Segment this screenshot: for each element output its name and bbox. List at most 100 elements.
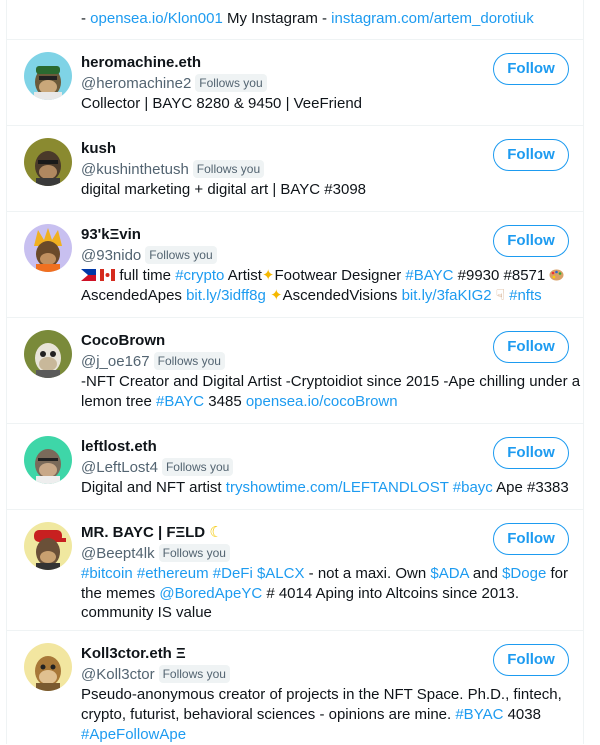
user-name[interactable]: heromachine.eth xyxy=(81,53,201,73)
follows-you-badge: Follows you xyxy=(158,544,230,562)
philippines-flag-icon xyxy=(81,269,96,281)
user-cell[interactable]: MR. BAYC | FΞLD ☾ @Beept4lk Follows you #… xyxy=(7,510,583,631)
user-bio-line-3: community IS value xyxy=(81,604,212,621)
user-handle[interactable]: @j_oe167 xyxy=(81,353,150,370)
bio-hashtag[interactable]: #DeFi xyxy=(213,565,253,582)
handle-line: @93nido Follows you xyxy=(81,246,217,266)
bio-text: for xyxy=(546,565,568,582)
bio-link[interactable]: tryshowtime.com/LEFTANDLOST xyxy=(226,479,449,496)
bio-text: Footwear Designer xyxy=(274,267,406,284)
user-bio: - opensea.io/Klon001 My Instagram - inst… xyxy=(81,9,534,29)
user-handle[interactable]: @kushinthetush xyxy=(81,161,189,178)
palette-icon xyxy=(549,269,564,281)
user-cell[interactable]: heromachine.eth @heromachine2 Follows you… xyxy=(7,40,583,126)
follows-you-badge: Follows you xyxy=(158,665,230,683)
user-handle[interactable]: @93nido xyxy=(81,247,141,264)
handle-line: @j_oe167 Follows you xyxy=(81,352,225,372)
bio-text: 4038 xyxy=(503,706,541,723)
follow-button[interactable]: Follow xyxy=(493,437,569,469)
user-name[interactable]: CocoBrown xyxy=(81,331,165,351)
bio-text: 3485 xyxy=(204,393,246,410)
follow-button[interactable]: Follow xyxy=(493,523,569,555)
bio-text: AscendedApes xyxy=(81,287,187,304)
bio-hashtag[interactable]: #bitcoin xyxy=(81,565,133,582)
bio-text: - xyxy=(81,10,91,27)
follow-button[interactable]: Follow xyxy=(493,53,569,85)
banana-icon: ☾ xyxy=(209,524,223,541)
user-cell-partial: - opensea.io/Klon001 My Instagram - inst… xyxy=(7,0,583,40)
bio-text: full time xyxy=(115,267,176,284)
follows-you-badge: Follows you xyxy=(192,160,265,178)
avatar[interactable] xyxy=(24,522,72,570)
bio-hashtag[interactable]: #BAYC xyxy=(156,393,204,410)
bio-hashtag[interactable]: #BAYC xyxy=(405,267,453,284)
bio-hashtag[interactable]: #ethereum xyxy=(137,565,209,582)
bio-link[interactable]: bit.ly/3faKIG2 xyxy=(402,287,492,304)
follows-you-badge: Follows you xyxy=(145,246,217,264)
follow-button[interactable]: Follow xyxy=(493,225,569,257)
user-cell[interactable]: leftlost.eth @LeftLost4 Follows you Digit… xyxy=(7,424,583,510)
handle-line: @LeftLost4 Follows you xyxy=(81,458,234,478)
user-cell[interactable]: 93'kΞvin @93nido Follows you full time #c… xyxy=(7,212,583,318)
user-bio-line-3: #ApeFollowApe xyxy=(81,725,186,745)
avatar[interactable] xyxy=(24,224,72,272)
avatar[interactable] xyxy=(24,138,72,186)
avatar[interactable] xyxy=(24,330,72,378)
user-bio: Digital and NFT artist tryshowtime.com/L… xyxy=(81,478,569,498)
user-cell[interactable]: CocoBrown @j_oe167 Follows you -NFT Creat… xyxy=(7,318,583,424)
follows-you-badge: Follows you xyxy=(195,74,267,92)
bio-text: #9930 #8571 xyxy=(453,267,550,284)
bio-cashtag[interactable]: $ADA xyxy=(430,565,468,582)
bio-link[interactable]: opensea.io/cocoBrown xyxy=(246,393,398,410)
user-bio: Pseudo-anonymous creator of projects in … xyxy=(81,686,562,703)
bio-hashtag[interactable]: #ApeFollowApe xyxy=(81,726,186,743)
sparkles-icon: ✦ xyxy=(270,287,283,304)
user-bio-line-2: lemon tree #BAYC 3485 opensea.io/cocoBro… xyxy=(81,392,398,412)
follow-button[interactable]: Follow xyxy=(493,644,569,676)
user-handle[interactable]: @heromachine2 xyxy=(81,75,191,92)
user-handle[interactable]: @Beept4lk xyxy=(81,545,155,562)
avatar[interactable] xyxy=(24,52,72,100)
bio-text: AscendedVisions xyxy=(282,287,402,304)
user-bio: digital marketing + digital art | BAYC #… xyxy=(81,181,367,198)
follows-you-badge: Follows you xyxy=(153,352,225,370)
bio-hashtag[interactable]: #BYAC xyxy=(455,706,503,723)
user-name[interactable]: leftlost.eth xyxy=(81,437,157,457)
user-bio: full time #crypto Artist✦Footwear Design… xyxy=(81,266,564,286)
user-cell[interactable]: Koll3ctor.eth Ξ @Koll3ctor Follows you Ps… xyxy=(7,631,583,744)
follows-you-badge: Follows you xyxy=(161,458,234,476)
bio-link[interactable]: instagram.com/artem_dorotiuk xyxy=(331,10,534,27)
bio-cashtag[interactable]: $Doge xyxy=(502,565,546,582)
pointing-down-hand-icon: ☟ xyxy=(491,287,505,304)
bio-cashtag[interactable]: $ALCX xyxy=(257,565,305,582)
handle-line: @heromachine2 Follows you xyxy=(81,74,267,94)
who-to-follow-list: - opensea.io/Klon001 My Instagram - inst… xyxy=(6,0,584,744)
user-name[interactable]: 93'kΞvin xyxy=(81,225,141,245)
follow-button[interactable]: Follow xyxy=(493,331,569,363)
follow-button[interactable]: Follow xyxy=(493,139,569,171)
handle-line: @kushinthetush Follows you xyxy=(81,160,265,180)
user-bio: -NFT Creator and Digital Artist -Cryptoi… xyxy=(81,373,581,390)
bio-link[interactable]: opensea.io/Klon001 xyxy=(90,10,223,27)
handle-line: @Koll3ctor Follows you xyxy=(81,665,230,685)
bio-hashtag[interactable]: #bayc xyxy=(453,479,493,496)
bio-link[interactable]: bit.ly/3idff8g xyxy=(186,287,266,304)
user-bio-line-2: AscendedApes bit.ly/3idff8g ✦AscendedVis… xyxy=(81,286,542,306)
user-handle[interactable]: @LeftLost4 xyxy=(81,459,158,476)
bio-mention[interactable]: @BoredApeYC xyxy=(159,585,262,602)
user-handle[interactable]: @Koll3ctor xyxy=(81,666,155,683)
user-name[interactable]: Koll3ctor.eth Ξ xyxy=(81,644,186,664)
avatar[interactable] xyxy=(24,643,72,691)
bio-hashtag[interactable]: #crypto xyxy=(175,267,224,284)
bio-hashtag[interactable]: #nfts xyxy=(509,287,542,304)
user-name[interactable]: MR. BAYC | FΞLD ☾ xyxy=(81,523,223,543)
bio-text: # 4014 Aping into Altcoins since 2013. xyxy=(262,585,520,602)
bio-text: and xyxy=(468,565,503,582)
user-cell[interactable]: kush @kushinthetush Follows you digital m… xyxy=(7,126,583,212)
handle-line: @Beept4lk Follows you xyxy=(81,544,230,564)
avatar[interactable] xyxy=(24,436,72,484)
bio-text: - not a maxi. Own xyxy=(304,565,431,582)
bio-text: lemon tree xyxy=(81,393,157,410)
user-name[interactable]: kush xyxy=(81,139,116,159)
bio-text: My Instagram - xyxy=(222,10,332,27)
